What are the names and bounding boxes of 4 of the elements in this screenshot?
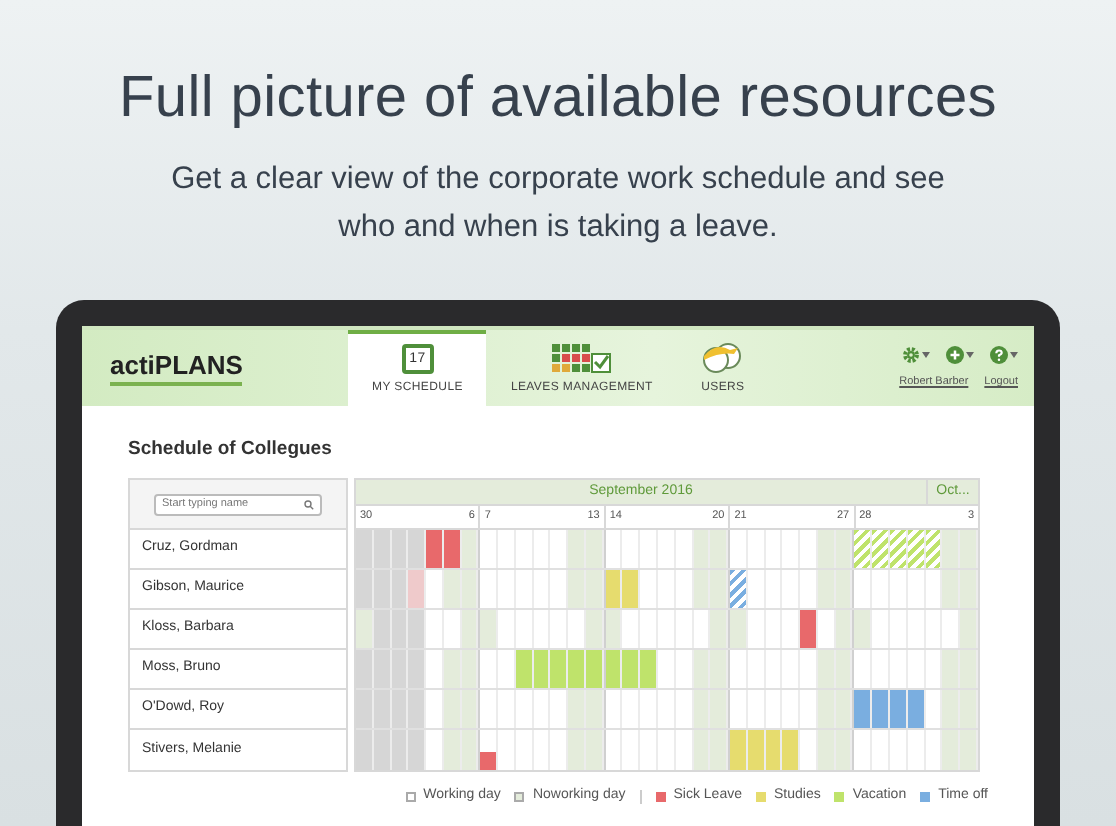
logo: actiPLANS	[110, 351, 243, 385]
hero-title: Full picture of available resources	[119, 64, 997, 132]
schedule-title: Schedule of Collegues	[128, 438, 334, 462]
hero-subtitle: Get a clear view of the corporate work schedule and see who and when is taking a leave.	[169, 160, 947, 248]
